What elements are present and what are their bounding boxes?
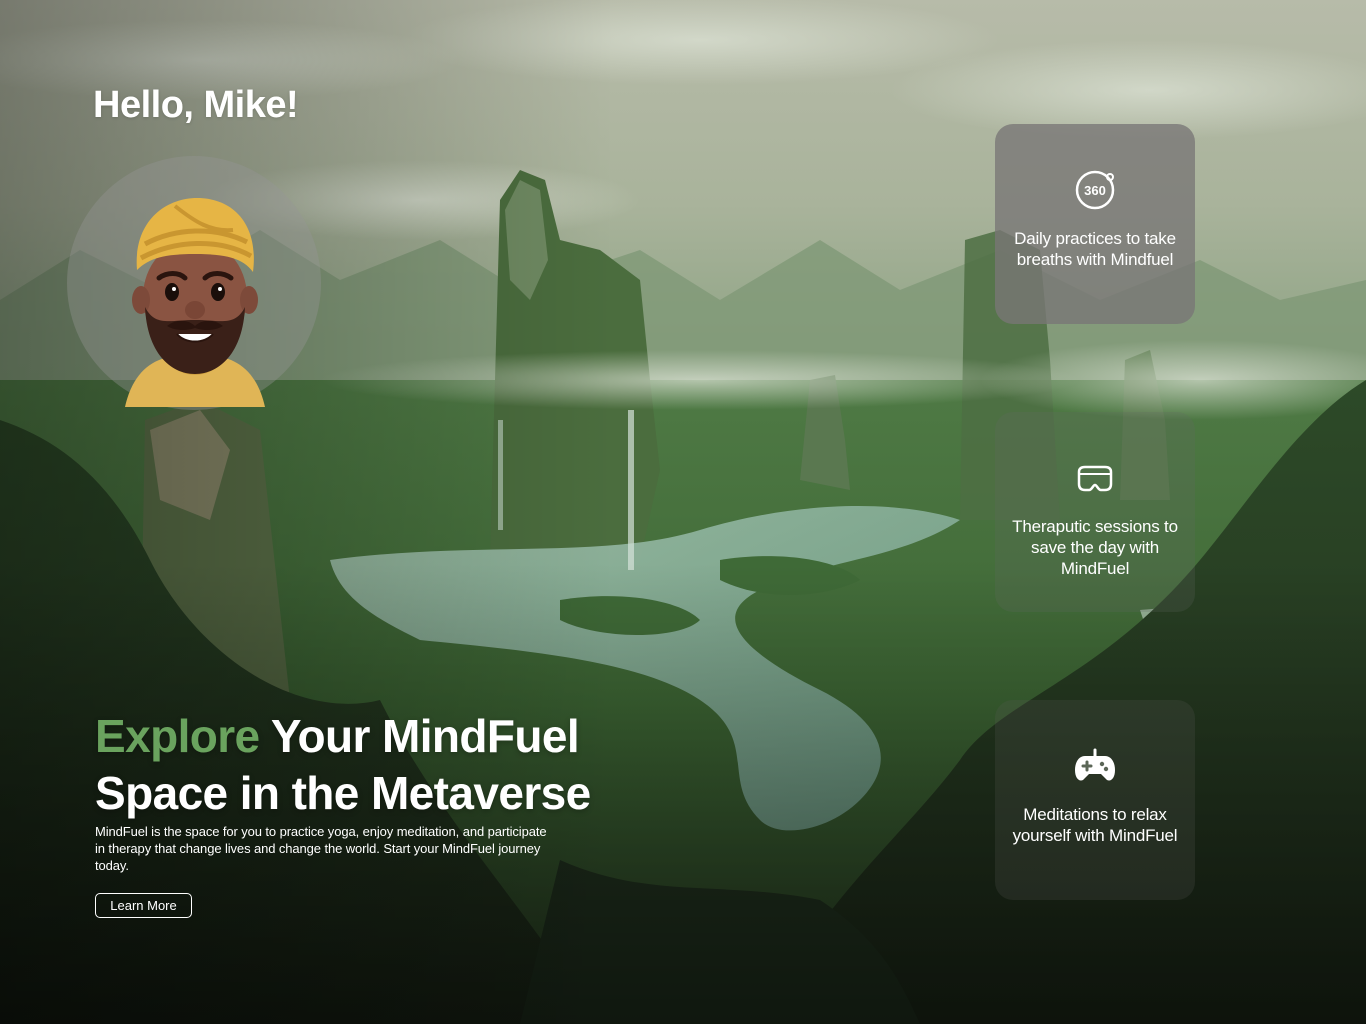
svg-text:360: 360 — [1084, 183, 1106, 198]
feature-card-daily-practices[interactable]: 360 Daily practices to take breaths with… — [995, 124, 1195, 324]
360-icon: 360 — [1075, 170, 1115, 210]
feature-text: Daily practices to take breaths with Min… — [1014, 229, 1176, 269]
feature-card-therapeutic-sessions[interactable]: Theraputic sessions to save the day with… — [995, 412, 1195, 612]
gamepad-icon — [1075, 748, 1115, 781]
avatar-illustration — [125, 198, 265, 407]
feature-text: Theraputic sessions to save the day with… — [1012, 517, 1178, 578]
feature-card-meditations[interactable]: Meditations to relax yourself with MindF… — [995, 700, 1195, 900]
hero-title-line2: Space in the Metaverse — [95, 767, 591, 819]
vr-headset-icon — [1077, 465, 1113, 492]
hero-title: Explore Your MindFuel Space in the Metav… — [95, 708, 591, 822]
avatar[interactable] — [67, 156, 321, 412]
learn-more-button[interactable]: Learn More — [95, 893, 192, 918]
hero-title-accent: Explore — [95, 710, 260, 762]
hero-description: MindFuel is the space for you to practic… — [95, 824, 547, 873]
hero-title-line1: Your MindFuel — [259, 710, 580, 762]
feature-text: Meditations to relax yourself with MindF… — [1012, 805, 1178, 845]
greeting-heading: Hello, Mike! — [93, 84, 299, 126]
